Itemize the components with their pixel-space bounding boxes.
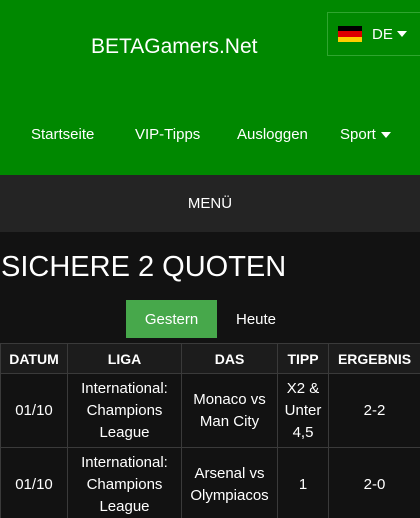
cell-date: 01/10 (0, 373, 68, 448)
nav-item-sport[interactable]: Sport (340, 126, 391, 143)
cell-tip: X2 & Unter 4,5 (277, 373, 329, 448)
column-header-das: DAS (181, 343, 278, 374)
main-nav: Startseite VIP-Tipps Ausloggen Sport (0, 126, 420, 146)
chevron-down-icon (396, 31, 407, 37)
cell-match: Monaco vs Man City (181, 373, 278, 448)
language-selector[interactable]: DE (327, 12, 420, 56)
menu-toggle[interactable]: MENÜ (0, 175, 420, 232)
cell-result: 2-2 (328, 373, 420, 448)
day-tabs: Gestern Heute (0, 300, 420, 338)
site-header: BETAGamers.Net DE Startseite VIP-Tipps A… (0, 0, 420, 175)
nav-item-startseite[interactable]: Startseite (31, 126, 94, 143)
germany-flag-icon (338, 26, 362, 42)
nav-item-vip-tipps[interactable]: VIP-Tipps (135, 126, 200, 143)
chevron-down-icon (380, 131, 391, 138)
cell-league: International: Champions League (67, 373, 182, 448)
table-row: 01/10 International: Champions League Ar… (0, 447, 420, 518)
tab-gestern[interactable]: Gestern (126, 300, 217, 338)
language-code: DE (372, 25, 393, 43)
tips-table: DATUM LIGA DAS TIPP ERGEBNIS 01/10 Inter… (0, 343, 420, 518)
cell-tip: 1 (277, 447, 329, 518)
cell-date: 01/10 (0, 447, 68, 518)
table-row: 01/10 International: Champions League Mo… (0, 373, 420, 448)
column-header-ergebnis: ERGEBNIS (328, 343, 420, 374)
cell-match: Arsenal vs Olympiacos (181, 447, 278, 518)
nav-item-sport-label: Sport (340, 126, 376, 143)
tab-heute[interactable]: Heute (217, 300, 295, 338)
table-header-row: DATUM LIGA DAS TIPP ERGEBNIS (0, 343, 420, 374)
column-header-datum: DATUM (0, 343, 68, 374)
nav-item-ausloggen[interactable]: Ausloggen (237, 126, 308, 143)
column-header-liga: LIGA (67, 343, 182, 374)
cell-result: 2-0 (328, 447, 420, 518)
column-header-tipp: TIPP (277, 343, 329, 374)
page-title: SICHERE 2 QUOTEN (1, 251, 287, 283)
cell-league: International: Champions League (67, 447, 182, 518)
site-title[interactable]: BETAGamers.Net (91, 35, 257, 59)
